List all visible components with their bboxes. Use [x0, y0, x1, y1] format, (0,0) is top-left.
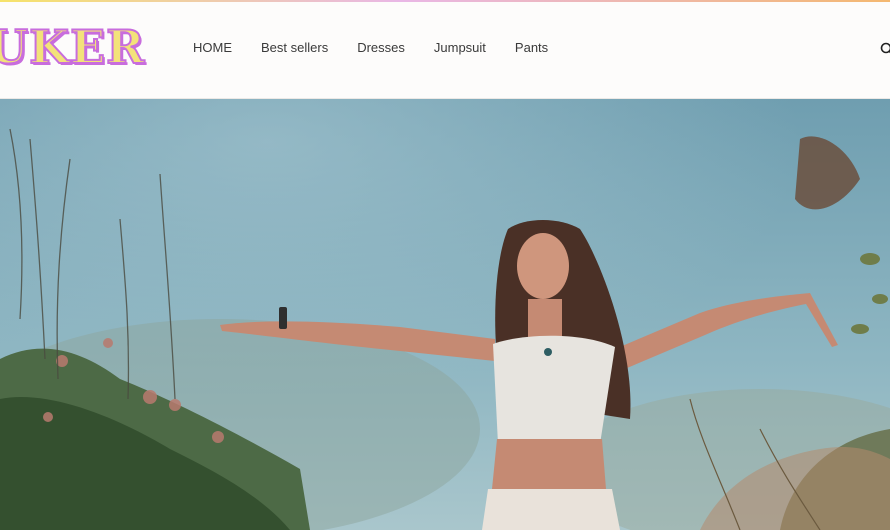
search-icon[interactable] — [880, 42, 890, 56]
brand-logo[interactable]: UKER — [0, 19, 145, 75]
hero-banner — [0, 99, 890, 530]
nav-pants[interactable]: Pants — [515, 40, 548, 55]
nav-home[interactable]: HOME — [193, 40, 232, 55]
nav-dresses[interactable]: Dresses — [357, 40, 405, 55]
hero-image — [0, 99, 890, 530]
site-header: UKER HOME Best sellers Dresses Jumpsuit … — [0, 2, 890, 99]
main-navigation: HOME Best sellers Dresses Jumpsuit Pants — [193, 40, 577, 55]
nav-jumpsuit[interactable]: Jumpsuit — [434, 40, 486, 55]
nav-best-sellers[interactable]: Best sellers — [261, 40, 328, 55]
